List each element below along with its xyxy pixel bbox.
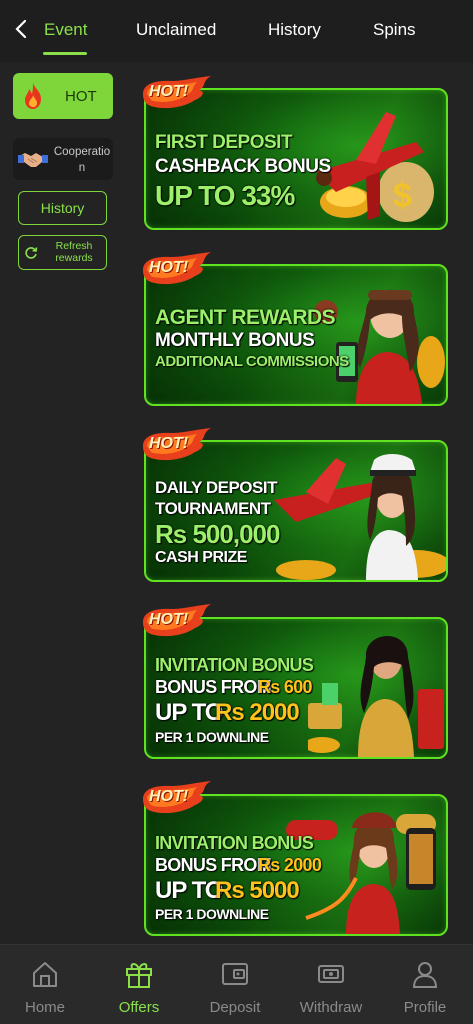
banner-line: DAILY DEPOSIT bbox=[155, 478, 277, 497]
hot-badge-label: HOT! bbox=[149, 435, 189, 452]
banner-line: UP TO 33% bbox=[155, 180, 295, 211]
nav-withdraw-label: Withdraw bbox=[299, 999, 363, 1016]
gift-icon bbox=[126, 963, 152, 988]
banner-line: CASH PRIZE bbox=[155, 549, 247, 566]
banner-line: BONUS FROM bbox=[155, 855, 272, 875]
hot-badge-label: HOT! bbox=[149, 611, 189, 628]
hot-badge: HOT! bbox=[141, 428, 213, 464]
pilot-woman-illustration bbox=[314, 289, 445, 404]
hot-badge: HOT! bbox=[141, 604, 213, 640]
banner-line: AGENT REWARDS bbox=[155, 306, 336, 329]
banner-line: CASHBACK BONUS bbox=[155, 156, 331, 177]
sidebar-item-hot[interactable]: HOT bbox=[13, 73, 113, 119]
banner-line: UP TO bbox=[155, 877, 223, 904]
hot-badge-label: HOT! bbox=[149, 788, 189, 805]
banner-line: PER 1 DOWNLINE bbox=[155, 729, 269, 745]
profile-icon bbox=[412, 962, 438, 988]
refresh-icon bbox=[25, 247, 38, 259]
wallet-icon bbox=[222, 963, 248, 985]
withdraw-icon bbox=[318, 965, 344, 983]
bottom-navigation: Home Offers Deposit Withdraw Profile bbox=[0, 944, 473, 1024]
nav-offers[interactable]: Offers bbox=[94, 959, 184, 1016]
nav-profile[interactable]: Profile bbox=[380, 959, 470, 1016]
banner-line: FIRST DEPOSIT bbox=[155, 132, 293, 153]
tab-history[interactable]: History bbox=[268, 20, 321, 40]
hot-badge: HOT! bbox=[141, 252, 213, 288]
woman-gold-dress-illustration bbox=[308, 635, 444, 757]
nav-offers-label: Offers bbox=[118, 999, 160, 1016]
sidebar-cooperation-label: Cooperation bbox=[53, 146, 111, 174]
active-tab-indicator bbox=[43, 52, 87, 55]
tab-spins[interactable]: Spins bbox=[373, 20, 416, 40]
plane-pilot-coins-illustration bbox=[274, 454, 446, 580]
banner-line: MONTHLY BONUS bbox=[155, 330, 315, 351]
history-button[interactable]: History bbox=[18, 191, 107, 225]
banner-line: TOURNAMENT bbox=[155, 499, 271, 518]
nav-profile-label: Profile bbox=[403, 999, 447, 1016]
offers-screen: Event Unclaimed History Spins HOT Cooper… bbox=[0, 0, 473, 1024]
banner-line: Rs 5000 bbox=[215, 877, 300, 904]
svg-text:$: $ bbox=[393, 177, 412, 215]
history-button-label: History bbox=[40, 200, 85, 216]
hot-badge-label: HOT! bbox=[149, 259, 189, 276]
banner-line: Rs 2000 bbox=[215, 699, 300, 726]
refresh-rewards-label: Refresh rewards bbox=[55, 240, 93, 264]
hot-badge: HOT! bbox=[141, 76, 213, 112]
nav-withdraw[interactable]: Withdraw bbox=[286, 959, 376, 1016]
sidebar-hot-label: HOT bbox=[65, 88, 97, 105]
nav-home[interactable]: Home bbox=[0, 959, 90, 1016]
hot-badge: HOT! bbox=[141, 781, 213, 817]
hot-badge-label: HOT! bbox=[149, 83, 189, 100]
flame-icon bbox=[25, 83, 41, 109]
banner-line: INVITATION BONUS bbox=[155, 655, 314, 675]
banner-line: Rs 500,000 bbox=[155, 519, 280, 549]
nav-deposit[interactable]: Deposit bbox=[190, 959, 280, 1016]
banner-line: Rs 2000 bbox=[258, 855, 322, 875]
sidebar-item-cooperation[interactable]: Cooperation bbox=[13, 138, 113, 180]
tab-event[interactable]: Event bbox=[44, 20, 87, 40]
top-tab-bar: Event Unclaimed History Spins bbox=[0, 0, 473, 62]
refresh-rewards-button[interactable]: Refresh rewards bbox=[18, 235, 107, 270]
banner-line: UP TO bbox=[155, 699, 223, 726]
banner-line: INVITATION BONUS bbox=[155, 833, 314, 853]
back-button[interactable] bbox=[10, 14, 32, 44]
banner-line: Rs 600 bbox=[258, 677, 313, 697]
home-icon bbox=[33, 962, 57, 987]
banner-line: ADDITIONAL COMMISSIONS bbox=[155, 353, 349, 370]
handshake-icon bbox=[18, 153, 48, 167]
nav-deposit-label: Deposit bbox=[209, 999, 261, 1016]
banner-line: BONUS FROM bbox=[155, 677, 272, 697]
tab-unclaimed[interactable]: Unclaimed bbox=[136, 20, 216, 40]
nav-home-label: Home bbox=[24, 999, 65, 1016]
chevron-left-icon bbox=[15, 19, 27, 39]
banner-line: PER 1 DOWNLINE bbox=[155, 906, 269, 922]
